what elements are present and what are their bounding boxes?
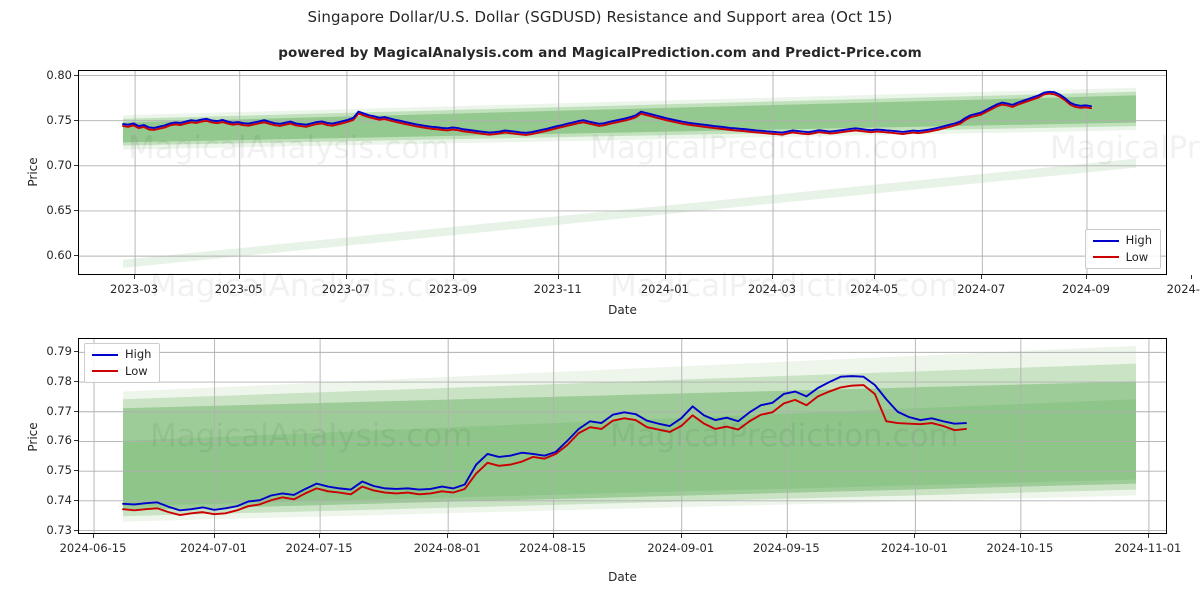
xaxis-tickmark bbox=[557, 275, 559, 279]
xaxis-tick-label: 2023-07 bbox=[321, 282, 370, 296]
yaxis-tick-label: 0.78 bbox=[46, 374, 72, 389]
xaxis-tick-label: 2024-11 bbox=[1166, 282, 1200, 296]
lower-xaxis-label: Date bbox=[608, 570, 637, 584]
xaxis-tickmark bbox=[345, 275, 347, 279]
legend-swatch-high-icon bbox=[1092, 239, 1119, 242]
yaxis-tickmark bbox=[74, 499, 78, 501]
xaxis-tick-label: 2024-07-01 bbox=[180, 541, 247, 555]
legend-item-low[interactable]: Low bbox=[92, 363, 151, 378]
xaxis-tick-label: 2023-09 bbox=[429, 282, 478, 296]
xaxis-tickmark bbox=[786, 534, 788, 538]
xaxis-tickmark bbox=[981, 275, 983, 279]
xaxis-tick-label: 2024-08-01 bbox=[413, 541, 481, 555]
xaxis-tick-label: 2024-01 bbox=[640, 282, 689, 296]
xaxis-tick-label: 2024-03 bbox=[747, 282, 797, 296]
xaxis-tick-label: 2024-09-15 bbox=[752, 541, 820, 555]
xaxis-tickmark bbox=[213, 534, 215, 538]
yaxis-tick-label: 0.75 bbox=[46, 112, 72, 127]
legend-swatch-low-icon bbox=[92, 370, 118, 373]
xaxis-tickmark bbox=[1147, 534, 1149, 538]
xaxis-tick-label: 2024-09-01 bbox=[647, 541, 715, 555]
xaxis-tick-label: 2024-10-15 bbox=[986, 541, 1054, 555]
xaxis-tick-label: 2023-05 bbox=[214, 282, 263, 296]
xaxis-tick-label: 2024-06-15 bbox=[59, 541, 127, 555]
xaxis-tickmark bbox=[772, 275, 774, 279]
legend-item-high[interactable]: High bbox=[92, 347, 152, 361]
xaxis-tickmark bbox=[874, 275, 876, 279]
legend-label: Low bbox=[1125, 249, 1149, 264]
xaxis-tickmark bbox=[453, 275, 455, 279]
upper-chart-legend[interactable]: High Low bbox=[1084, 229, 1161, 269]
legend-swatch-low-icon bbox=[1092, 256, 1119, 259]
xaxis-tick-label: 2023-11 bbox=[533, 282, 582, 296]
xaxis-tickmark bbox=[680, 534, 682, 538]
xaxis-tick-label: 2024-07-15 bbox=[285, 541, 353, 555]
yaxis-tickmark bbox=[74, 440, 78, 442]
xaxis-tickmark bbox=[664, 275, 666, 279]
xaxis-tickmark bbox=[134, 275, 136, 279]
yaxis-tickmark bbox=[74, 255, 78, 257]
xaxis-tickmark bbox=[93, 534, 95, 538]
xaxis-tickmark bbox=[552, 534, 554, 538]
upper-xaxis-label: Date bbox=[608, 303, 637, 317]
legend-label: High bbox=[1125, 233, 1152, 247]
legend-label: High bbox=[125, 347, 152, 361]
yaxis-tickmark bbox=[74, 74, 78, 76]
xaxis-tickmark bbox=[1085, 275, 1087, 279]
xaxis-tickmark bbox=[914, 534, 916, 538]
xaxis-tick-label: 2024-11-01 bbox=[1114, 541, 1182, 555]
yaxis-tickmark bbox=[74, 529, 78, 531]
yaxis-tickmark bbox=[74, 470, 78, 472]
yaxis-tick-label: 0.73 bbox=[46, 522, 72, 537]
upper-plot-svg bbox=[79, 71, 1166, 274]
xaxis-tickmark bbox=[1190, 275, 1192, 279]
page-title: Singapore Dollar/U.S. Dollar (SGDUSD) Re… bbox=[307, 8, 893, 26]
xaxis-tick-label: 2024-09 bbox=[1061, 282, 1110, 296]
yaxis-tickmark bbox=[74, 410, 78, 412]
lower-plot-area bbox=[78, 338, 1167, 534]
lower-yaxis-label: Price bbox=[26, 422, 40, 452]
xaxis-tick-label: 2024-08-15 bbox=[519, 541, 587, 555]
upper-yaxis-label: Price bbox=[26, 157, 40, 187]
yaxis-tickmark bbox=[74, 209, 78, 211]
xaxis-tick-label: 2024-07 bbox=[957, 282, 1006, 296]
page-subtitle: powered by MagicalAnalysis.com and Magic… bbox=[278, 45, 922, 61]
upper-plot-area bbox=[78, 70, 1167, 275]
yaxis-tick-label: 0.80 bbox=[46, 67, 72, 82]
chart-page: Singapore Dollar/U.S. Dollar (SGDUSD) Re… bbox=[0, 0, 1200, 600]
xaxis-tickmark bbox=[238, 275, 240, 279]
lower-plot-svg bbox=[79, 339, 1166, 533]
legend-label: Low bbox=[125, 363, 148, 378]
xaxis-tick-label: 2023-03 bbox=[110, 282, 159, 296]
yaxis-tickmark bbox=[74, 381, 78, 383]
yaxis-tick-label: 0.74 bbox=[46, 492, 72, 507]
xaxis-tick-label: 2024-10-01 bbox=[880, 541, 948, 555]
yaxis-tick-label: 0.60 bbox=[46, 248, 72, 263]
upper-chart-panel: High Low bbox=[78, 70, 1167, 275]
lower-chart-legend[interactable]: High Low bbox=[84, 343, 161, 383]
xaxis-tickmark bbox=[447, 534, 449, 538]
yaxis-tickmark bbox=[74, 351, 78, 353]
xaxis-tick-label: 2024-05 bbox=[850, 282, 899, 296]
yaxis-tickmark bbox=[74, 164, 78, 166]
lower-chart-panel: High Low bbox=[78, 338, 1167, 534]
xaxis-tickmark bbox=[1019, 534, 1021, 538]
legend-item-low[interactable]: Low bbox=[1092, 249, 1152, 264]
yaxis-tickmark bbox=[74, 119, 78, 121]
xaxis-tickmark bbox=[319, 534, 321, 538]
legend-item-high[interactable]: High bbox=[1092, 233, 1152, 247]
legend-swatch-high-icon bbox=[92, 353, 118, 356]
yaxis-tick-label: 0.79 bbox=[46, 344, 72, 359]
